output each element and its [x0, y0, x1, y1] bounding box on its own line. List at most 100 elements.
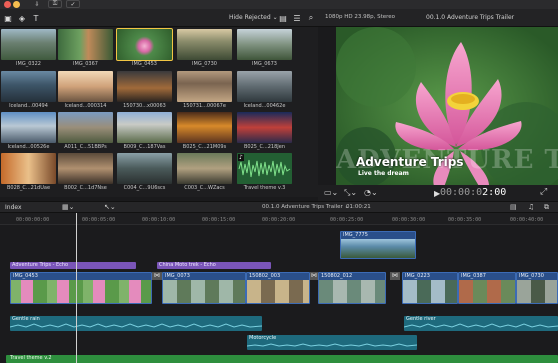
- ruler-tick: 00:00:25:00: [330, 217, 364, 223]
- clip-label: IMG_0322: [16, 61, 41, 67]
- primary-clip[interactable]: 150802_003: [246, 272, 310, 304]
- audio-clip[interactable]: Motorcycle: [247, 335, 417, 350]
- primary-clip[interactable]: IMG_0223: [402, 272, 458, 304]
- transition-icon[interactable]: ⋈: [152, 272, 162, 280]
- timeline-toolbar: Index ▦⌄ ↖⌄ 00.1.0 Adventure Trips Trail…: [0, 201, 558, 213]
- clip-thumbnail: [58, 29, 113, 60]
- browser-clip[interactable]: B028_C...21dUae: [1, 153, 56, 195]
- list-view-icon[interactable]: ☰: [291, 13, 303, 23]
- browser-clip[interactable]: Iceland...00494: [1, 71, 56, 113]
- browser-clip[interactable]: C004_C...9U6scs: [117, 153, 172, 195]
- browser-toolbar: ▣ ◈ T Hide Rejected ⌄ ▤ ☰ ⌕: [0, 9, 318, 27]
- transform-icon[interactable]: ⤡⌄: [344, 188, 357, 198]
- clip-filter-dropdown[interactable]: Hide Rejected ⌄: [229, 14, 278, 21]
- fullscreen-icon[interactable]: ⤢: [540, 187, 547, 197]
- browser-clip[interactable]: IMG_0673: [237, 29, 292, 71]
- clip-thumbnail: [177, 71, 232, 102]
- browser-clip[interactable]: IMG_0322: [1, 29, 56, 71]
- primary-clip[interactable]: 150802_012: [318, 272, 386, 304]
- connected-clip[interactable]: IMG_7775: [340, 231, 416, 259]
- index-button[interactable]: Index: [5, 204, 22, 211]
- clip-thumbnail: [177, 29, 232, 60]
- clip-appearance-icon[interactable]: ▤: [510, 203, 517, 211]
- timecode-display[interactable]: 00:00:02:00: [440, 187, 506, 198]
- browser-clip[interactable]: Iceland...00526e: [1, 112, 56, 154]
- key-icon[interactable]: ⚿: [48, 0, 62, 8]
- browser-clip[interactable]: B009_C...187Vas: [117, 112, 172, 154]
- viewer-canvas[interactable]: ADVENTURE TRIPS Adventure Trips Live the…: [336, 27, 558, 185]
- clip-thumbnail: [58, 153, 113, 184]
- clip-label: B009_C...187Vas: [123, 144, 166, 150]
- primary-clip[interactable]: IMG_0453: [10, 272, 152, 304]
- browser-clip[interactable]: B002_C...1d7Nse: [58, 153, 113, 195]
- title-clip[interactable]: Adventure Trips - Echo: [10, 262, 136, 269]
- browser-clip[interactable]: Iceland...000314: [58, 71, 113, 113]
- browser-clip[interactable]: ♪ Travel theme v.3: [237, 153, 292, 195]
- browser-clip[interactable]: 150730...x00063: [117, 71, 172, 113]
- clip-label: Iceland...00462e: [243, 103, 286, 109]
- clip-thumbnail: [117, 71, 172, 102]
- clip-name: IMG_0387: [461, 273, 486, 279]
- clip-label: B025_C...218Jen: [244, 144, 285, 150]
- viewer-overlay-title: Adventure Trips: [356, 155, 464, 169]
- browser-clip[interactable]: B025_C...218Jen: [237, 112, 292, 154]
- clip-thumbnail: [58, 71, 113, 102]
- clip-filmstrip: [319, 280, 385, 303]
- browser-clip[interactable]: IMG_0730: [177, 29, 232, 71]
- viewer-settings-icon[interactable]: ▭⌄: [324, 188, 338, 197]
- browser-clip[interactable]: IMG_0453: [116, 28, 173, 71]
- clip-label: A011_C...51BBPs: [64, 144, 107, 150]
- viewer-header: 1080p HD 23.98p, Stereo 00.1.0 Adventure…: [318, 9, 558, 27]
- primary-clip[interactable]: IMG_0387: [458, 272, 516, 304]
- browser-clip[interactable]: IMG_0367: [58, 29, 113, 71]
- browser-clip[interactable]: 150731...00067e: [177, 71, 232, 113]
- clip-thumbnail: [237, 71, 292, 102]
- clip-name: IMG_0073: [165, 273, 190, 279]
- audio-skimming-icon[interactable]: ♫: [528, 203, 534, 211]
- import-icon[interactable]: ⇩: [30, 0, 44, 9]
- ruler-tick: 00:00:30:00: [392, 217, 426, 223]
- audio-clip[interactable]: Gentle rain: [10, 316, 262, 331]
- clip-label: 150731...00067e: [183, 103, 226, 109]
- ruler-tick: 00:00:00:00: [16, 217, 50, 223]
- primary-clip[interactable]: IMG_0073: [162, 272, 246, 304]
- clip-appearance-icon[interactable]: ▤: [277, 13, 289, 23]
- clip-thumbnail: [1, 29, 56, 60]
- project-name[interactable]: 00.1.0 Adventure Trips Trailer ⌄: [262, 204, 349, 210]
- timeline-area[interactable]: IMG_7775 Adventure Trips - Echo China Mo…: [0, 225, 558, 363]
- browser-clip[interactable]: B025_C...21M09s: [177, 112, 232, 154]
- browser-clip[interactable]: Iceland...00462e: [237, 71, 292, 113]
- check-icon[interactable]: ✓: [66, 0, 80, 8]
- clip-label: IMG_0730: [192, 61, 217, 67]
- music-clip[interactable]: Travel theme v.2: [6, 355, 558, 363]
- clip-thumbnail: [117, 112, 172, 143]
- clip-filter-label: Hide Rejected: [229, 14, 271, 21]
- browser-clip[interactable]: A011_C...51BBPs: [58, 112, 113, 154]
- speed-icon[interactable]: ◔⌄: [364, 188, 378, 197]
- libraries-icon[interactable]: ▣: [2, 13, 14, 23]
- browser-clip[interactable]: C003_C...WZacs: [177, 153, 232, 195]
- audio-clip[interactable]: Gentle river: [404, 316, 558, 331]
- transition-icon[interactable]: ⋈: [310, 272, 318, 280]
- minimize-window-button[interactable]: [13, 1, 20, 8]
- transition-icon[interactable]: ⋈: [390, 272, 400, 280]
- titles-icon[interactable]: T: [30, 13, 42, 23]
- clip-name: 150802_003: [249, 273, 281, 279]
- timeline-ruler[interactable]: 00:00:00:00 00:00:05:00 00:00:10:00 00:0…: [0, 213, 558, 225]
- playhead[interactable]: [76, 213, 77, 363]
- clip-thumbnail: [177, 112, 232, 143]
- photos-icon[interactable]: ◈: [16, 13, 28, 23]
- ruler-tick: 00:00:40:00: [510, 217, 544, 223]
- ruler-tick: 00:00:05:00: [82, 217, 116, 223]
- snapping-icon[interactable]: ⧉: [544, 203, 549, 212]
- title-clip[interactable]: China Moto trek - Echo: [157, 262, 271, 269]
- search-icon[interactable]: ⌕: [305, 13, 317, 23]
- close-window-button[interactable]: [4, 1, 11, 8]
- clip-label: 150730...x00063: [123, 103, 166, 109]
- ruler-tick: 00:00:15:00: [202, 217, 236, 223]
- media-browser: IMG_0322 IMG_0367 IMG_0453 IMG_0730 IMG_…: [0, 27, 318, 197]
- primary-clip[interactable]: IMG_0730: [516, 272, 558, 304]
- select-tool-icon[interactable]: ↖⌄: [104, 203, 116, 211]
- audio-waveform-icon: [404, 323, 558, 328]
- append-icon[interactable]: ▦⌄: [62, 203, 74, 211]
